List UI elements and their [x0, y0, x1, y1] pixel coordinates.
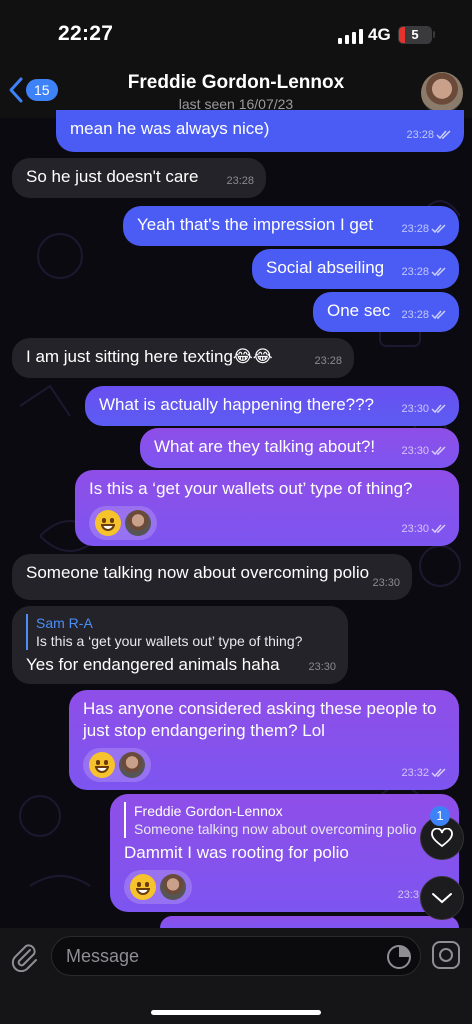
message-bubble[interactable]: I am just sitting here texting😂😂 23:28 — [12, 338, 354, 378]
reactions-row[interactable] — [89, 506, 157, 540]
status-bar: 22:27 4G 5 — [0, 0, 472, 66]
message-text: Is this a ‘get your wallets out’ type of… — [89, 479, 413, 498]
message-meta: 23:28 — [401, 304, 447, 326]
message-text: Dammit I was rooting for polio — [124, 843, 349, 862]
message-time: 23:30 — [401, 523, 429, 535]
double-check-icon — [431, 768, 446, 778]
message-time: 23:28 — [401, 266, 429, 278]
double-check-icon — [431, 310, 446, 320]
message-meta: 23:30 — [401, 398, 447, 420]
message-bubble[interactable]: Sam R-A Is this a ‘get your wallets out’… — [12, 606, 348, 684]
scroll-down-button[interactable] — [420, 876, 464, 920]
double-check-icon — [436, 130, 451, 140]
composer-bar — [0, 928, 472, 1024]
reply-text: Someone talking now about overcoming pol… — [134, 821, 417, 837]
heart-icon — [431, 828, 453, 848]
message-meta: 23:28 — [406, 124, 452, 146]
message-time: 23:3 — [397, 889, 419, 901]
message-time: 23:28 — [314, 355, 342, 367]
message-time: 23:32 — [401, 767, 429, 779]
message-bubble[interactable]: Social abseiling 23:28 — [252, 249, 459, 289]
message-bubble-partial[interactable] — [160, 916, 459, 928]
reactions-badge: 1 — [430, 806, 450, 826]
message-text: So he just doesn't care — [26, 167, 199, 186]
contact-name[interactable]: Freddie Gordon-Lennox — [0, 72, 472, 94]
message-text: Social abseiling — [266, 258, 385, 277]
reply-preview[interactable]: Freddie Gordon-Lennox Someone talking no… — [124, 802, 424, 838]
message-meta: 23:28 — [401, 261, 447, 283]
message-text: Has anyone considered asking these peopl… — [83, 699, 437, 740]
message-text: One sec — [327, 301, 391, 320]
message-time: 23:28 — [226, 175, 254, 187]
sticker-icon[interactable] — [386, 944, 412, 970]
grinning-emoji-icon — [130, 874, 156, 900]
message-text: mean he was always nice) — [70, 119, 270, 138]
message-meta: 23:30 — [401, 440, 447, 462]
double-check-icon — [431, 446, 446, 456]
reply-preview[interactable]: Sam R-A Is this a ‘get your wallets out’… — [26, 614, 334, 650]
battery-icon: 5 — [398, 26, 432, 44]
home-indicator — [151, 1010, 321, 1015]
message-meta: 23:30 — [401, 518, 447, 540]
double-check-icon — [431, 267, 446, 277]
battery-tip — [433, 31, 435, 38]
message-bubble[interactable]: Freddie Gordon-Lennox Someone talking no… — [110, 794, 459, 912]
network-type: 4G — [368, 25, 391, 44]
message-time: 23:28 — [401, 223, 429, 235]
message-bubble[interactable]: Someone talking now about overcoming pol… — [12, 554, 412, 600]
message-meta: 23:32 — [401, 762, 447, 784]
reactions-row[interactable] — [83, 748, 151, 782]
message-bubble[interactable]: One sec 23:28 — [313, 292, 459, 332]
message-bubble[interactable]: What is actually happening there??? 23:3… — [85, 386, 459, 426]
message-meta: 23:28 — [401, 218, 447, 240]
message-bubble[interactable]: What are they talking about?! 23:30 — [140, 428, 459, 468]
grinning-emoji-icon — [89, 752, 115, 778]
battery-level: 5 — [411, 27, 419, 42]
message-input[interactable] — [51, 936, 421, 976]
message-bubble[interactable]: Is this a ‘get your wallets out’ type of… — [75, 470, 459, 546]
message-time: 23:30 — [401, 403, 429, 415]
message-time: 23:28 — [406, 129, 434, 141]
message-text: What are they talking about?! — [154, 437, 376, 456]
message-time: 23:30 — [401, 445, 429, 457]
reactor-avatar — [160, 874, 186, 900]
message-text: Yes for endangered animals haha — [26, 655, 280, 674]
message-text: What is actually happening there??? — [99, 395, 375, 414]
contact-avatar[interactable] — [421, 72, 463, 114]
double-check-icon — [431, 224, 446, 234]
clock: 22:27 — [58, 22, 114, 45]
reply-author: Freddie Gordon-Lennox — [134, 803, 283, 819]
reactor-avatar — [125, 510, 151, 536]
reply-author: Sam R-A — [36, 615, 93, 631]
double-check-icon — [431, 524, 446, 534]
grinning-emoji-icon — [95, 510, 121, 536]
double-check-icon — [431, 404, 446, 414]
message-time: 23:28 — [401, 309, 429, 321]
paperclip-icon[interactable] — [8, 940, 40, 972]
message-bubble[interactable]: So he just doesn't care 23:28 — [12, 158, 266, 198]
reactions-row[interactable] — [124, 870, 192, 904]
reply-text: Is this a ‘get your wallets out’ type of… — [36, 633, 303, 649]
message-bubble[interactable]: mean he was always nice) 23:28 — [56, 110, 464, 152]
message-text: Yeah that's the impression I get — [137, 215, 374, 234]
signal-icon — [338, 28, 363, 44]
message-time: 23:30 — [308, 661, 336, 673]
reactor-avatar — [119, 752, 145, 778]
chevron-down-icon — [432, 893, 452, 904]
message-text: I am just sitting here texting😂😂 — [26, 347, 273, 366]
message-text: Someone talking now about overcoming pol… — [26, 563, 370, 582]
message-time: 23:30 — [372, 577, 400, 589]
message-bubble[interactable]: Yeah that's the impression I get 23:28 — [123, 206, 459, 246]
camera-icon[interactable] — [431, 940, 461, 970]
message-bubble[interactable]: Has anyone considered asking these peopl… — [69, 690, 459, 790]
